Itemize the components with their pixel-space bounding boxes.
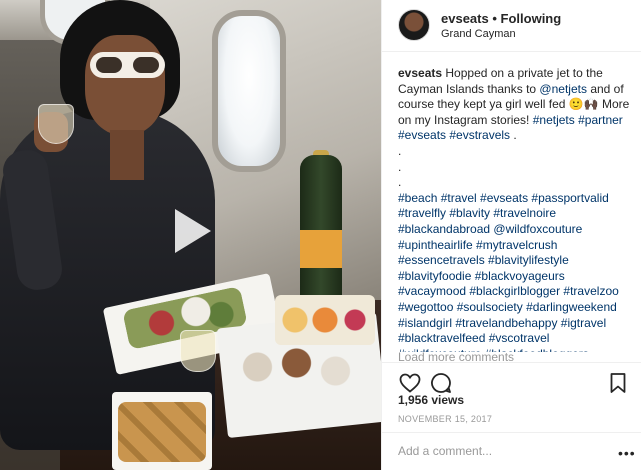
caption-username[interactable]: evseats [398, 66, 442, 80]
more-options-icon[interactable]: ••• [618, 445, 636, 461]
hashtags-block[interactable]: #beach #travel #evseats #passportvalid #… [398, 191, 619, 352]
location-link[interactable]: Grand Cayman [441, 28, 516, 40]
caption-dot: . [398, 175, 402, 190]
play-icon[interactable] [165, 205, 217, 257]
following-button[interactable]: Following [501, 11, 562, 26]
separator: • [492, 11, 497, 26]
header-user-line: evseats • Following [441, 11, 561, 26]
post-header: evseats • Following Grand Cayman [382, 0, 641, 52]
comment-input[interactable] [398, 444, 608, 458]
wine-glass-table [180, 330, 216, 372]
hashtag-netjets[interactable]: #netjets [533, 113, 575, 127]
face [85, 35, 165, 135]
comment-bar: ••• [382, 432, 641, 470]
bookmark-icon[interactable] [606, 371, 630, 395]
video-media[interactable] [0, 0, 381, 470]
comment-icon[interactable] [429, 371, 453, 395]
wine-glass [38, 104, 74, 144]
cabin-window [212, 10, 286, 172]
load-more-comments[interactable]: Load more comments [398, 350, 514, 362]
toast [118, 402, 206, 462]
champagne-label [300, 230, 342, 268]
instagram-post: evseats • Following Grand Cayman evseats… [0, 0, 641, 470]
caption: evseats Hopped on a private jet to the C… [398, 66, 630, 352]
username-link[interactable]: evseats [441, 11, 489, 26]
mention-netjets[interactable]: @netjets [539, 82, 587, 96]
dessert-cups [238, 335, 368, 415]
post-date[interactable]: NOVEMBER 15, 2017 [398, 414, 492, 424]
post-panel: evseats • Following Grand Cayman evseats… [381, 0, 641, 470]
view-count[interactable]: 1,956 views [398, 393, 464, 407]
avatar[interactable] [398, 9, 430, 41]
neck [110, 130, 144, 180]
sunglasses [90, 52, 165, 78]
heart-icon[interactable] [398, 371, 422, 395]
action-bar [382, 362, 641, 396]
caption-dot-end: . [513, 128, 517, 143]
caption-dot: . [398, 159, 402, 174]
caption-dot: . [398, 143, 402, 158]
